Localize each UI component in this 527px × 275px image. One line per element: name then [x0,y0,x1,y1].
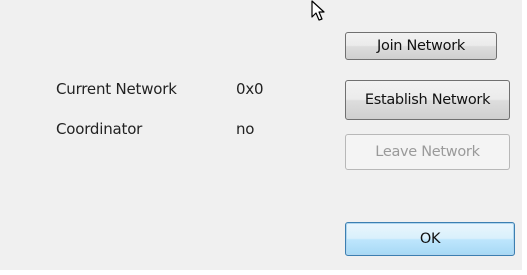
ok-button[interactable]: OK [345,222,515,256]
join-network-button[interactable]: Join Network [345,32,497,60]
current-network-value: 0x0 [236,80,264,98]
establish-network-button[interactable]: Establish Network [345,80,510,120]
coordinator-label: Coordinator [56,120,143,138]
window-edge-bottom [0,270,527,275]
network-dialog: Current Network 0x0 Coordinator no Join … [0,0,527,275]
coordinator-value: no [236,120,255,138]
window-edge-right [522,0,527,275]
leave-network-button[interactable]: Leave Network [345,134,510,170]
current-network-label: Current Network [56,80,177,98]
mouse-pointer-icon [311,0,325,21]
